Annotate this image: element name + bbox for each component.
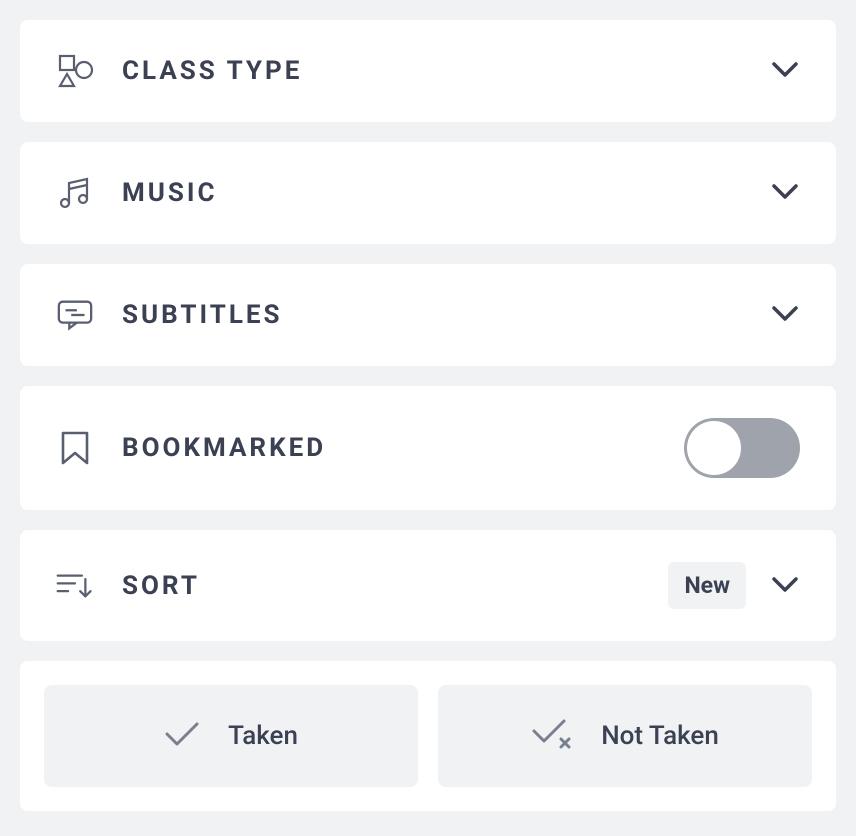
sort-icon — [56, 567, 94, 605]
filter-sort[interactable]: SORT New — [20, 530, 836, 641]
filter-subtitles[interactable]: SUBTITLES — [20, 264, 836, 366]
music-icon — [56, 174, 94, 212]
filter-class-type[interactable]: CLASS TYPE — [20, 20, 836, 122]
filter-bookmarked: BOOKMARKED — [20, 386, 836, 510]
taken-label: Taken — [228, 721, 298, 751]
shapes-icon — [56, 52, 94, 90]
filter-subtitles-label: SUBTITLES — [122, 300, 770, 330]
filter-bookmarked-label: BOOKMARKED — [122, 433, 684, 463]
check-x-icon — [531, 719, 573, 753]
check-icon — [164, 720, 200, 752]
filter-music[interactable]: MUSIC — [20, 142, 836, 244]
filter-sort-label: SORT — [122, 571, 668, 601]
sort-selected-badge: New — [668, 562, 746, 609]
not-taken-button[interactable]: Not Taken — [438, 685, 812, 787]
filter-music-label: MUSIC — [122, 178, 770, 208]
taken-button[interactable]: Taken — [44, 685, 418, 787]
filter-class-type-label: CLASS TYPE — [122, 56, 770, 86]
chevron-down-icon — [770, 569, 800, 603]
subtitles-icon — [56, 296, 94, 334]
chevron-down-icon — [770, 298, 800, 332]
not-taken-label: Not Taken — [601, 721, 719, 751]
toggle-knob — [687, 421, 741, 475]
chevron-down-icon — [770, 176, 800, 210]
chevron-down-icon — [770, 54, 800, 88]
bookmarked-toggle[interactable] — [684, 418, 800, 478]
bookmark-icon — [56, 429, 94, 467]
status-button-group: Taken Not Taken — [20, 661, 836, 811]
